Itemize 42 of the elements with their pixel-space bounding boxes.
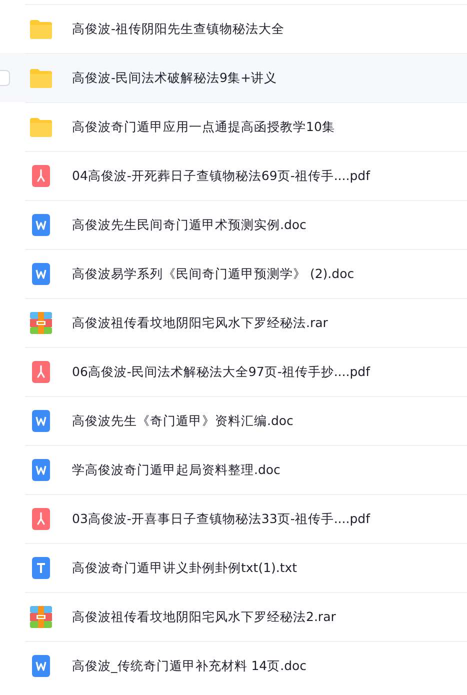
file-row[interactable]: 高俊波_传统奇门遁甲补充材料 14页.doc: [0, 641, 467, 690]
archive-icon: [29, 311, 53, 335]
file-row[interactable]: 高俊波祖传看坟地阴阳宅风水下罗经秘法2.rar: [0, 592, 467, 641]
file-name: 高俊波-民间法术破解秘法9集+讲义: [72, 68, 277, 87]
folder-icon: [29, 115, 53, 139]
text-file-icon: [29, 556, 53, 580]
word-doc-icon: [29, 409, 53, 433]
file-name: 高俊波祖传看坟地阴阳宅风水下罗经秘法.rar: [72, 314, 328, 332]
file-row[interactable]: 03高俊波-开喜事日子查镇物秘法33页-祖传手....pdf: [0, 494, 467, 543]
archive-icon: [29, 605, 53, 629]
file-name: 高俊波-祖传阴阳先生查镇物秘法大全: [72, 20, 285, 38]
file-name: 03高俊波-开喜事日子查镇物秘法33页-祖传手....pdf: [72, 510, 370, 528]
word-doc-icon: [29, 458, 53, 482]
file-name: 高俊波奇门遁甲应用一点通提高函授教学10集: [72, 118, 335, 136]
file-name: 高俊波先生《奇门遁甲》资料汇编.doc: [72, 412, 294, 430]
word-doc-icon: [29, 213, 53, 237]
file-name: 04高俊波-开死葬日子查镇物秘法69页-祖传手....pdf: [72, 166, 370, 185]
word-doc-icon: [29, 262, 53, 286]
file-row[interactable]: 06高俊波-民间法术解秘法大全97页-祖传手抄....pdf: [0, 347, 467, 396]
file-name: 06高俊波-民间法术解秘法大全97页-祖传手抄....pdf: [72, 362, 370, 381]
file-name: 高俊波奇门遁甲讲义卦例卦例txt(1).txt: [72, 558, 298, 577]
pdf-icon: [29, 507, 53, 531]
file-name: 高俊波先生民间奇门遁甲术预测实例.doc: [72, 216, 306, 234]
pdf-icon: [29, 360, 53, 384]
file-row[interactable]: 高俊波奇门遁甲应用一点通提高函授教学10集: [0, 102, 467, 151]
file-row[interactable]: 高俊波易学系列《民间奇门遁甲预测学》 (2).doc: [0, 249, 467, 298]
folder-icon: [29, 17, 53, 41]
file-name: 高俊波祖传看坟地阴阳宅风水下罗经秘法2.rar: [72, 608, 336, 626]
file-row[interactable]: 学高俊波奇门遁甲起局资料整理.doc: [0, 445, 467, 494]
file-row[interactable]: 高俊波奇门遁甲讲义卦例卦例txt(1).txt: [0, 543, 467, 592]
pdf-icon: [29, 164, 53, 188]
folder-icon: [29, 66, 53, 90]
file-name: 学高俊波奇门遁甲起局资料整理.doc: [72, 460, 280, 479]
file-row[interactable]: 高俊波先生民间奇门遁甲术预测实例.doc: [0, 200, 467, 249]
file-row[interactable]: 高俊波-民间法术破解秘法9集+讲义: [0, 53, 467, 102]
file-row[interactable]: 高俊波先生《奇门遁甲》资料汇编.doc: [0, 396, 467, 445]
file-row[interactable]: 04高俊波-开死葬日子查镇物秘法69页-祖传手....pdf: [0, 151, 467, 200]
file-name: 高俊波易学系列《民间奇门遁甲预测学》 (2).doc: [72, 264, 354, 283]
file-row[interactable]: 高俊波祖传看坟地阴阳宅风水下罗经秘法.rar: [0, 298, 467, 347]
file-row[interactable]: 高俊波-祖传阴阳先生查镇物秘法大全: [0, 4, 467, 53]
word-doc-icon: [29, 654, 53, 678]
file-name: 高俊波_传统奇门遁甲补充材料 14页.doc: [72, 656, 307, 675]
